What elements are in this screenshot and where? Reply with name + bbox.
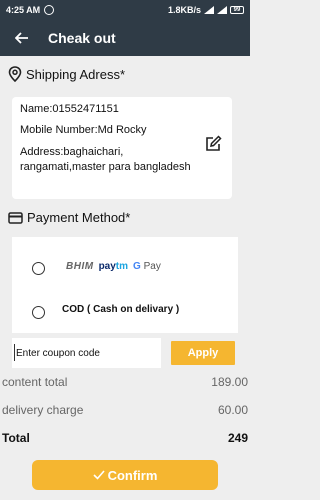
address-text: Address:baghaichari, rangamati,master pa… [20,146,191,173]
shipping-heading-label: Shipping Adress* [26,66,126,82]
content-total-value: 189.00 [211,375,248,389]
address-mobile: Mobile Number:Md Rocky [20,124,147,136]
status-time: 4:25 AM [6,5,41,15]
content-total-label: content total [2,375,68,389]
edit-icon[interactable] [204,135,222,153]
total-value: 249 [227,431,248,445]
network-speed: 1.8KB/s [167,5,201,15]
apply-button[interactable]: Apply [171,341,235,365]
total-label: Total [2,431,30,445]
confirm-label: Confirm [107,467,158,483]
credit-card-icon [8,211,23,224]
address-name: Name:01552471151 [20,103,119,115]
status-bar: 4:25 AM 1.8KB/s 99 [0,0,250,20]
back-arrow-icon[interactable] [12,28,32,48]
upi-logos: BHIM paytm G Pay [66,261,161,272]
cod-radio[interactable] [32,306,45,319]
shipping-heading: Shipping Adress* [8,66,125,82]
paytm-logo: paytm [98,261,129,272]
location-pin-icon [8,66,22,82]
coupon-input[interactable] [12,338,161,368]
page-title: Cheak out [48,30,116,46]
gpay-logo: G Pay [133,261,161,272]
whatsapp-icon [44,5,55,15]
address-card: Name:01552471151 Mobile Number:Md Rocky … [12,97,232,199]
app-bar: Cheak out [0,20,250,56]
delivery-charge-label: delivery charge [2,403,84,417]
bhim-logo: BHIM [66,261,94,272]
total-row: Total 249 [2,431,248,445]
signal-icon [217,6,227,14]
confirm-button[interactable]: Confirm [32,460,218,490]
text-cursor [14,344,15,361]
payment-heading: Payment Method* [8,210,130,225]
delivery-charge-value: 60.00 [217,403,248,417]
upi-radio[interactable] [32,262,45,275]
payment-heading-label: Payment Method* [27,210,131,225]
battery-icon: 99 [230,6,244,14]
signal-icon [204,6,214,14]
payment-options-card: BHIM paytm G Pay COD ( Cash on delivary … [12,237,238,333]
delivery-charge-row: delivery charge 60.00 [2,403,248,417]
cod-label: COD ( Cash on delivary ) [62,304,180,315]
status-right: 1.8KB/s 99 [168,5,244,15]
check-icon [93,470,105,480]
content-total-row: content total 189.00 [2,375,248,389]
